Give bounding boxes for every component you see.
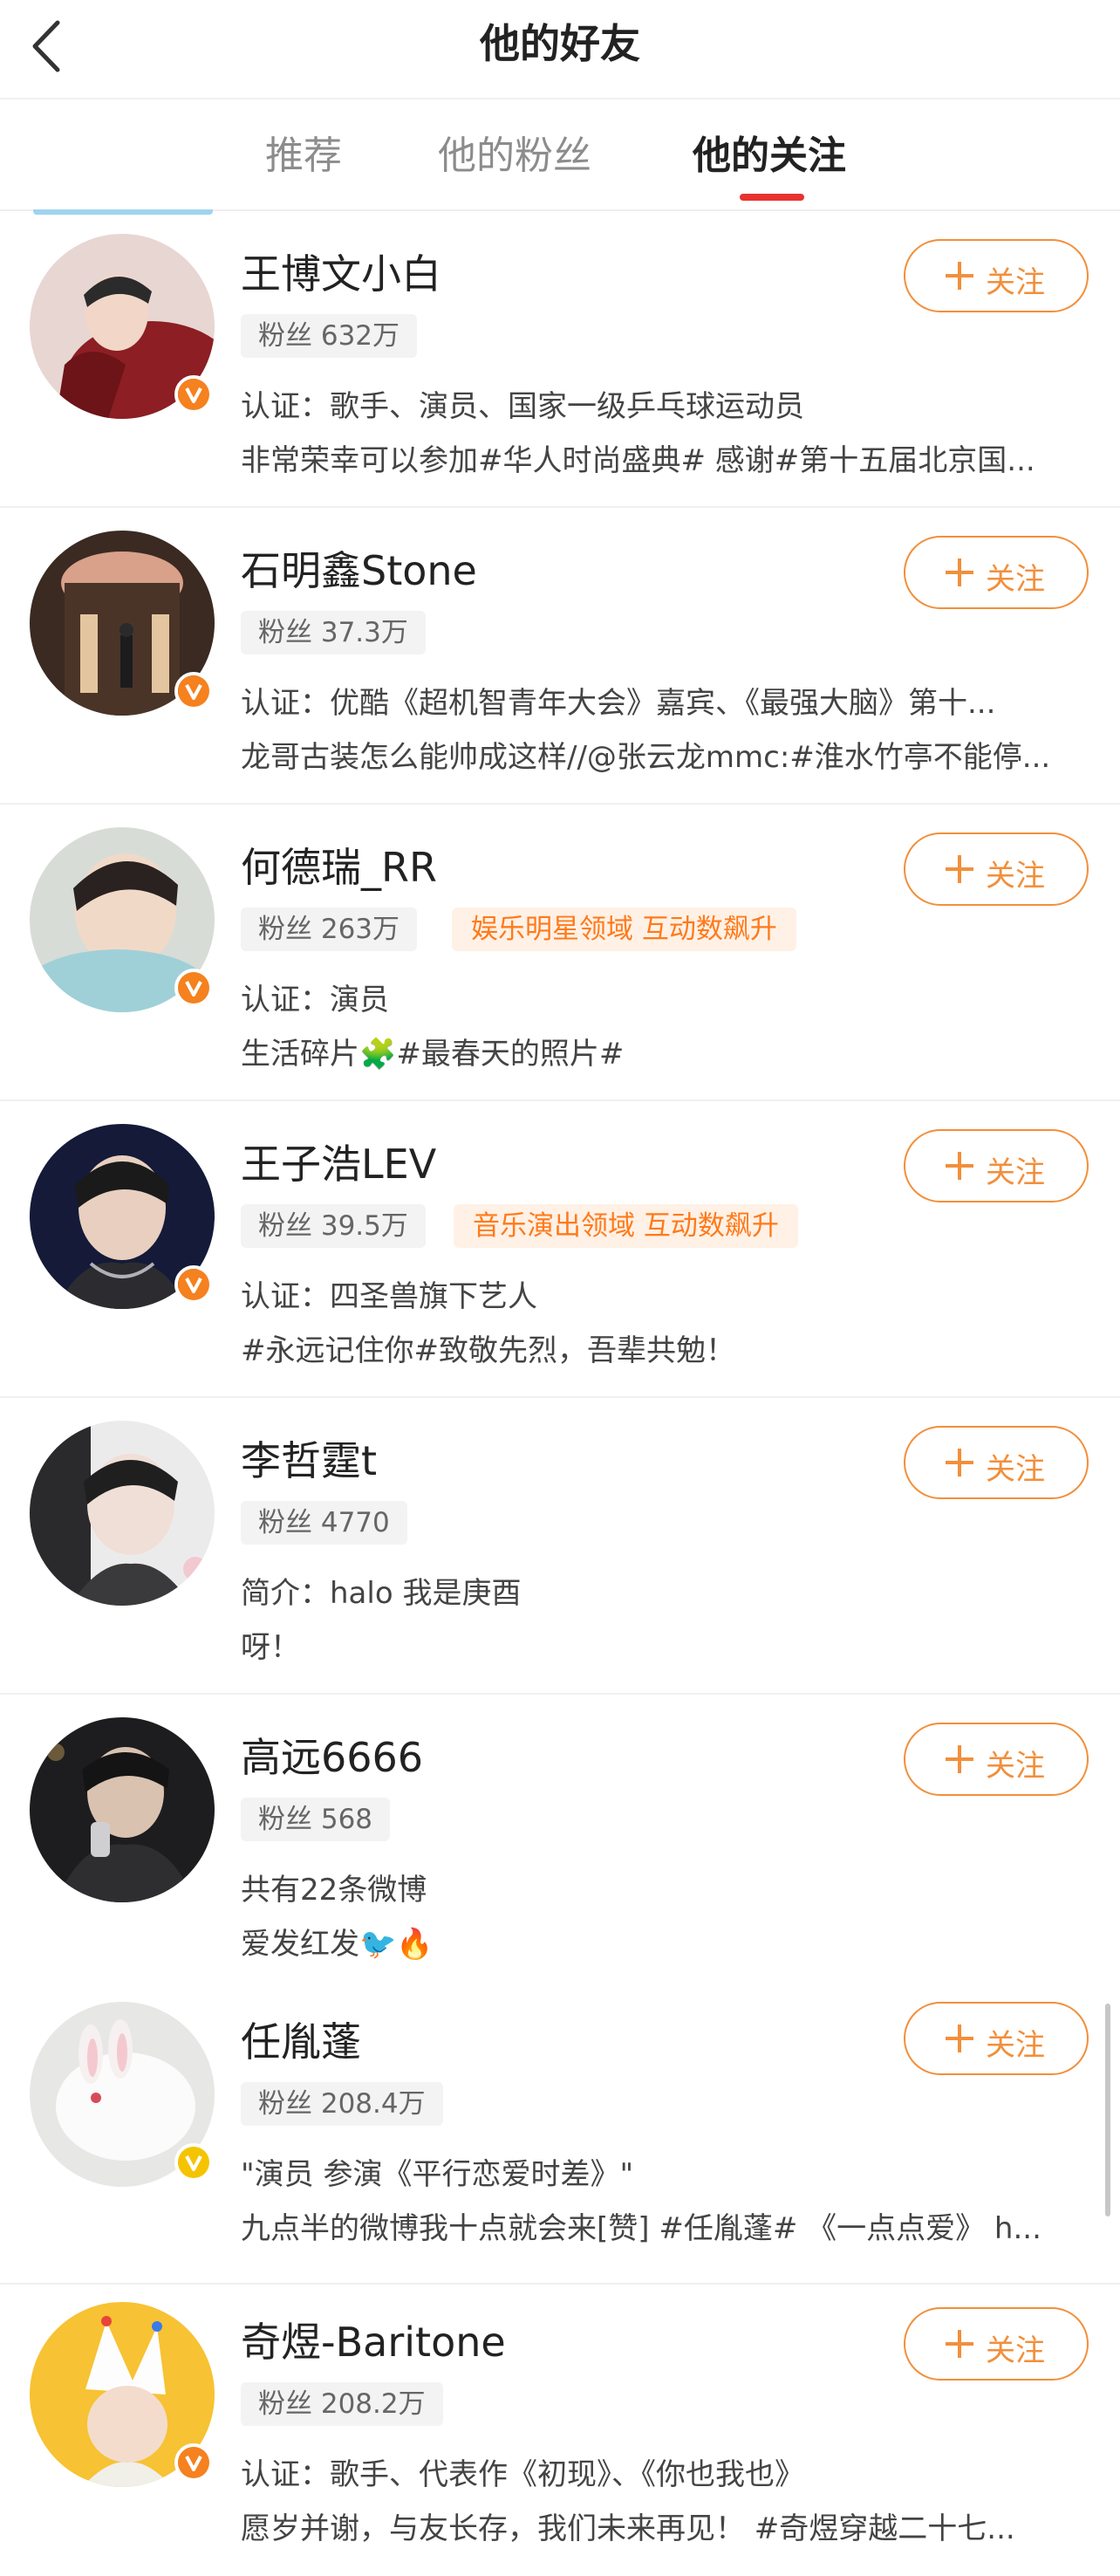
list-item[interactable]: 李哲霆t 粉丝 4770 简介：halo 我是庚酉 呀！ 关注 [0, 1398, 1120, 1695]
follow-label: 关注 [986, 2028, 1045, 2063]
follow-label: 关注 [986, 562, 1045, 597]
user-name[interactable]: 任胤蓬 [241, 2011, 361, 2068]
user-verification: 认证：优酷《超机智青年大会》嘉宾、《最强大脑》第十... [241, 686, 996, 721]
plus-icon [946, 1449, 973, 1476]
fans-count-badge: 粉丝 39.5万 [241, 1204, 426, 1248]
avatar[interactable] [30, 1421, 215, 1606]
follow-button[interactable]: 关注 [904, 1129, 1089, 1202]
verified-badge-icon [174, 375, 213, 414]
user-name[interactable]: 王博文小白 [241, 243, 441, 300]
latest-post-preview: 非常荣幸可以参加#华人时尚盛典# 感谢#第十五届北京国... [241, 443, 1035, 478]
follow-button[interactable]: 关注 [904, 2002, 1089, 2075]
user-verification: 认证：歌手、演员、国家一级乒乓球运动员 [241, 389, 804, 424]
verified-badge-icon [174, 969, 213, 1007]
avatar[interactable] [30, 1717, 215, 1902]
follow-button[interactable]: 关注 [904, 832, 1089, 906]
fans-count-badge: 粉丝 208.4万 [241, 2082, 443, 2126]
list-item[interactable]: 任胤蓬 粉丝 208.4万 "演员 参演《平行恋爱时差》" 九点半的微博我十点就… [0, 1981, 1120, 2285]
follow-label: 关注 [986, 1155, 1045, 1190]
latest-post-preview: 愿岁并谢，与友长存，我们未来再见！ #奇煜穿越二十七... [241, 2511, 1015, 2546]
follow-button[interactable]: 关注 [904, 239, 1089, 312]
nav-header: 他的好友 [0, 0, 1120, 98]
plus-icon [946, 1745, 973, 1773]
user-name[interactable]: 奇煜-Baritone [241, 2311, 506, 2368]
follow-button[interactable]: 关注 [904, 2307, 1089, 2381]
list-item[interactable]: 高远6666 粉丝 568 共有22条微博 爱发红发🐦🔥 关注 [0, 1695, 1120, 1991]
post-count: 共有22条微博 [241, 1873, 427, 1908]
follow-label: 关注 [986, 265, 1045, 300]
list-item[interactable]: 王博文小白 粉丝 632万 认证：歌手、演员、国家一级乒乓球运动员 非常荣幸可以… [0, 211, 1120, 508]
fans-count-badge: 粉丝 263万 [241, 908, 418, 951]
user-name[interactable]: 何德瑞_RR [241, 836, 437, 894]
scrollbar[interactable] [1105, 2004, 1110, 2216]
user-verification: 认证：演员 [241, 983, 389, 1017]
verified-badge-icon [174, 2143, 213, 2182]
fans-count-badge: 粉丝 37.3万 [241, 611, 426, 654]
latest-post-preview: 爱发红发🐦🔥 [241, 1927, 434, 1962]
verified-badge-icon [174, 2443, 213, 2482]
user-name[interactable]: 李哲霆t [241, 1429, 377, 1487]
fans-count-badge: 粉丝 208.2万 [241, 2382, 443, 2426]
follow-button[interactable]: 关注 [904, 1426, 1089, 1499]
tab-recommend[interactable]: 推荐 [265, 124, 342, 180]
trending-tag[interactable]: 音乐演出领域 互动数飙升 [454, 1204, 798, 1248]
plus-icon [946, 262, 973, 290]
tab-his-fans[interactable]: 他的粉丝 [438, 124, 591, 180]
list-item[interactable]: 王子浩LEV 粉丝 39.5万 音乐演出领域 互动数飙升 认证：四圣兽旗下艺人 … [0, 1101, 1120, 1398]
latest-post-preview: 九点半的微博我十点就会来[赞] #任胤蓬# 《一点点爱》 h... [241, 2211, 1041, 2246]
latest-post-preview: 生活碎片🧩#最春天的照片# [241, 1037, 625, 1072]
follow-button[interactable]: 关注 [904, 536, 1089, 609]
plus-icon [946, 558, 973, 586]
tab-his-following[interactable]: 他的关注 [693, 124, 846, 180]
list-item[interactable]: 何德瑞_RR 粉丝 263万 娱乐明星领域 互动数飙升 认证：演员 生活碎片🧩#… [0, 805, 1120, 1101]
fans-count-badge: 粉丝 632万 [241, 314, 418, 358]
trending-tag[interactable]: 娱乐明星领域 互动数飙升 [452, 908, 796, 951]
follow-label: 关注 [986, 1452, 1045, 1487]
user-name[interactable]: 石明鑫Stone [241, 539, 477, 597]
page-title: 他的好友 [480, 20, 640, 67]
plus-icon [946, 855, 973, 883]
fans-count-badge: 粉丝 568 [241, 1798, 391, 1841]
verified-badge-icon [174, 1265, 213, 1304]
plus-icon [946, 2024, 973, 2052]
follow-label: 关注 [986, 1749, 1045, 1784]
user-bio-continued: 呀！ [241, 1630, 300, 1665]
plus-icon [946, 2330, 973, 2358]
user-bio: 简介：halo 我是庚酉 [241, 1576, 522, 1611]
user-name[interactable]: 王子浩LEV [241, 1133, 436, 1190]
follow-label: 关注 [986, 859, 1045, 894]
latest-post-preview: #永远记住你#致敬先烈，吾辈共勉！ [241, 1333, 735, 1368]
plus-icon [946, 1152, 973, 1180]
fans-count-badge: 粉丝 4770 [241, 1501, 407, 1545]
follow-button[interactable]: 关注 [904, 1723, 1089, 1796]
tab-active-indicator [740, 194, 804, 201]
list-item[interactable]: 奇煜-Baritone 粉丝 208.2万 认证：歌手、代表作《初现》、《你也我… [0, 2279, 1120, 2576]
latest-post-preview: 龙哥古装怎么能帅成这样//@张云龙mmc:#淮水竹亭不能停... [241, 740, 1051, 775]
follow-label: 关注 [986, 2333, 1045, 2368]
list-item[interactable]: 石明鑫Stone 粉丝 37.3万 认证：优酷《超机智青年大会》嘉宾、《最强大脑… [0, 508, 1120, 805]
tab-bar: 推荐 他的粉丝 他的关注 [0, 99, 1120, 209]
user-name[interactable]: 高远6666 [241, 1726, 423, 1784]
user-verification: 认证：歌手、代表作《初现》、《你也我也》 [241, 2457, 804, 2492]
verified-badge-icon [174, 672, 213, 710]
user-verification: 认证：四圣兽旗下艺人 [241, 1279, 537, 1314]
user-bio: "演员 参演《平行恋爱时差》" [241, 2157, 634, 2192]
